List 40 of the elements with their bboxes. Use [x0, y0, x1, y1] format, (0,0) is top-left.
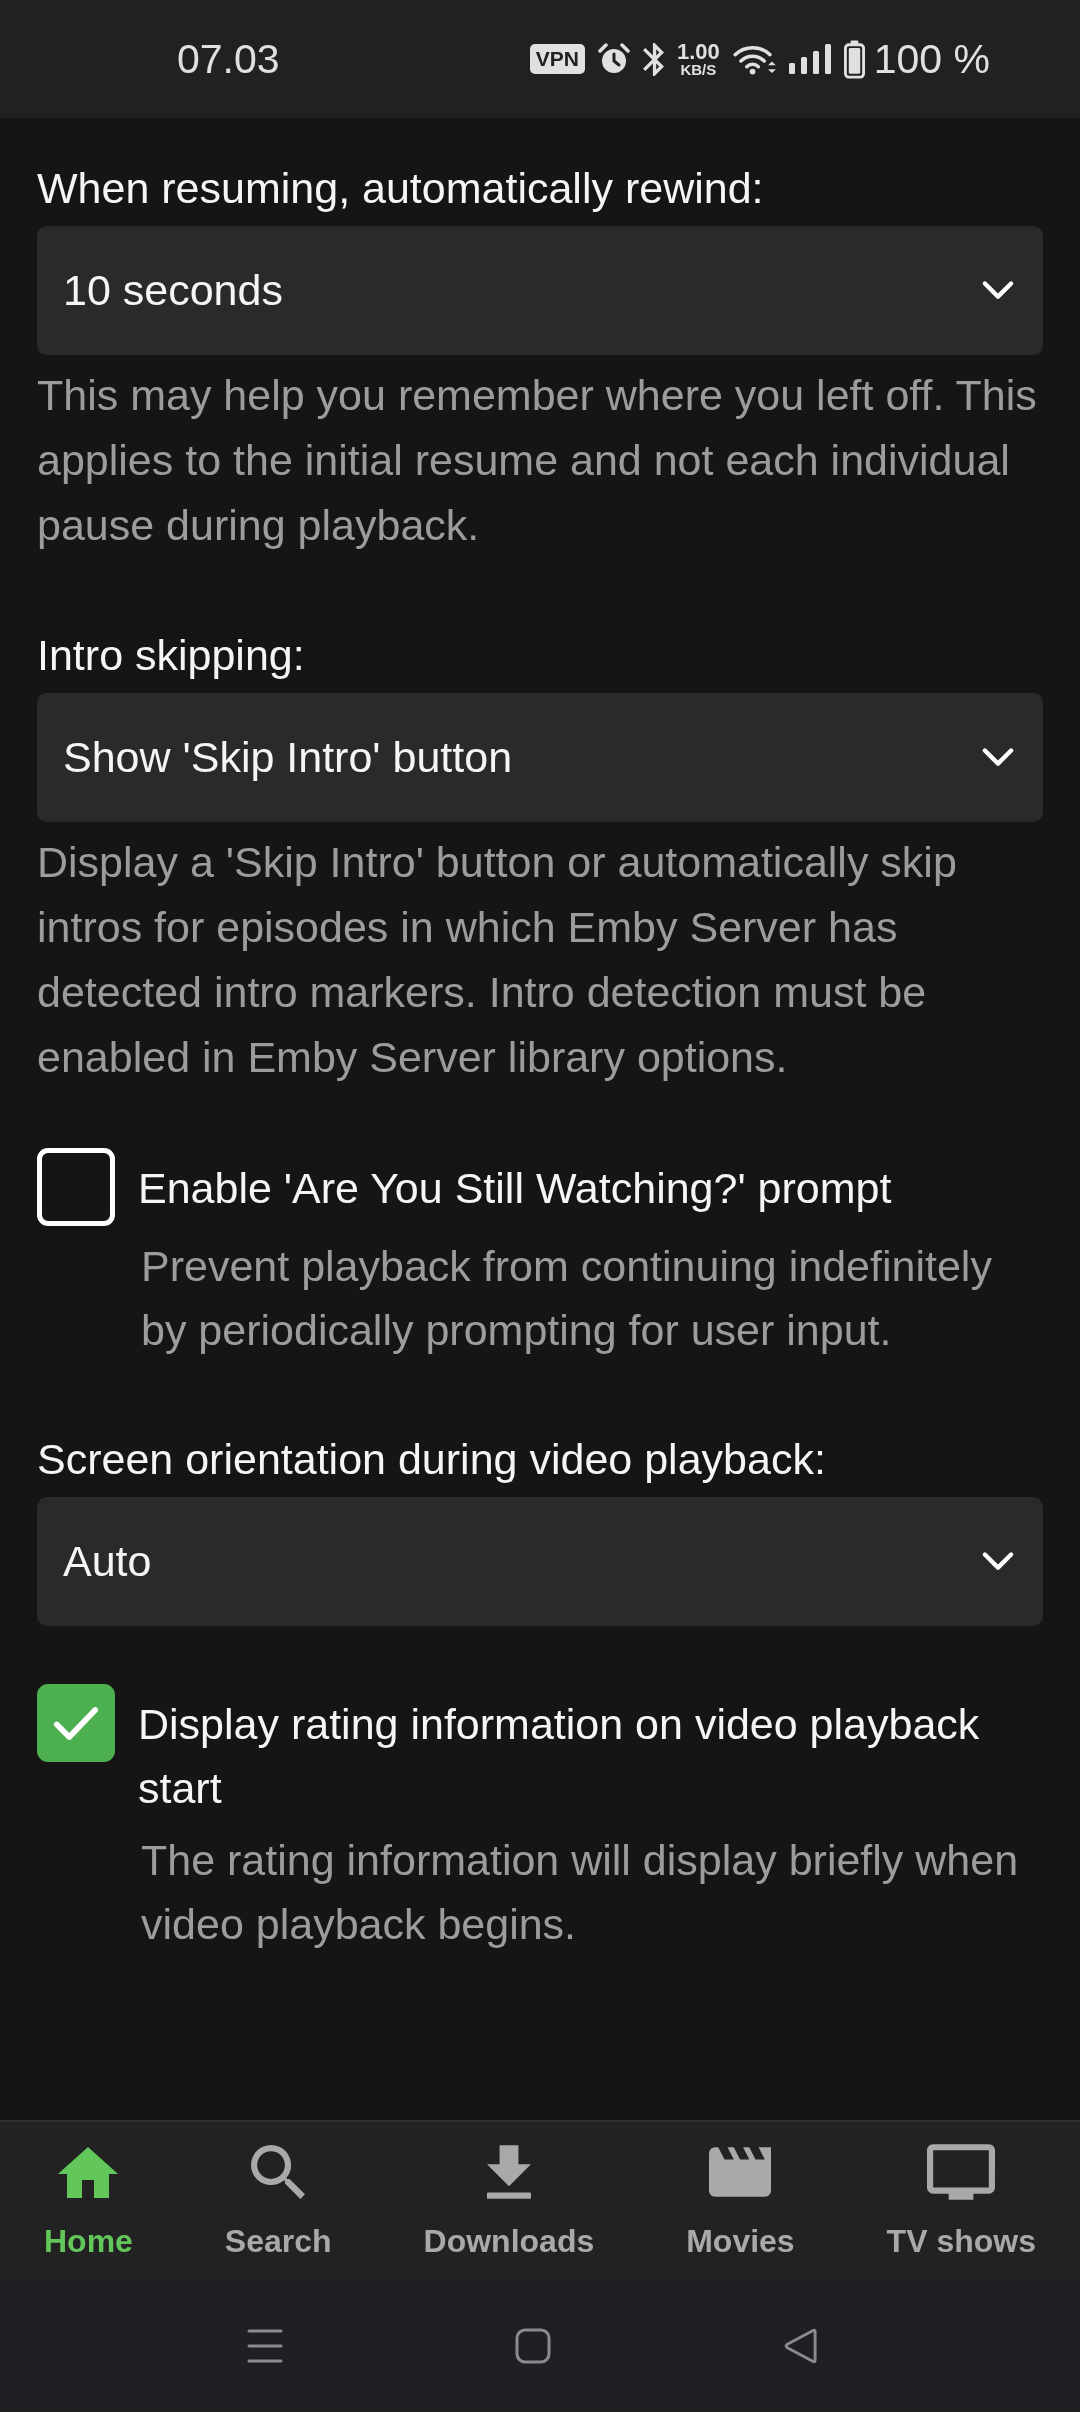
- signal-icon: [788, 44, 831, 74]
- checkbox-label: Display rating information on video playback start: [138, 1699, 981, 1814]
- chevron-down-icon: [981, 1551, 1015, 1572]
- nav-tab[interactable]: Home: [44, 2122, 133, 2279]
- clapperboard-icon: [709, 2147, 772, 2197]
- setting-label: Intro skipping:: [37, 630, 306, 681]
- network-speed: 1.00: [676, 40, 720, 62]
- wifi-icon: [732, 43, 776, 75]
- home-icon: [58, 2146, 119, 2198]
- setting-description: Display a 'Skip Intro' button or automatically skip intros for episodes in which Emby Server has detected intro markers. Intro detection must be enabled in Emby Server library options.: [37, 837, 958, 1083]
- chevron-down-icon: [981, 280, 1015, 301]
- battery-icon: [843, 39, 865, 79]
- setting-description: The rating information will display briefly when video playback begins.: [140, 1835, 1020, 1950]
- battery-percent: 100 %: [873, 35, 990, 83]
- vpn-badge: VPN: [529, 44, 585, 74]
- setting-description: Prevent playback from continuing indefinitely by periodically prompting for user input.: [140, 1241, 993, 1356]
- dropdown[interactable]: Show 'Skip Intro' button: [37, 693, 1043, 822]
- setting-description: This may help you remember where you left off. This applies to the initial resume and not each individual pause during playback.: [37, 370, 1038, 551]
- nav-tab[interactable]: TV shows: [886, 2122, 1036, 2279]
- setting-label: Screen orientation during video playback:: [37, 1434, 827, 1485]
- bluetooth-icon: [642, 42, 664, 76]
- checkbox-label: Enable 'Are You Still Watching?' prompt: [138, 1163, 892, 1214]
- checkmark-icon: [53, 1705, 99, 1741]
- back-icon[interactable]: [782, 2327, 818, 2364]
- chevron-down-icon: [981, 747, 1015, 768]
- search-icon: [251, 2145, 306, 2199]
- network-speed-unit: KB/S: [680, 61, 717, 78]
- dropdown[interactable]: 10 seconds: [37, 226, 1043, 355]
- status-time: 07.03: [177, 35, 280, 83]
- tv-icon: [927, 2144, 996, 2200]
- nav-tab[interactable]: Downloads: [423, 2122, 595, 2279]
- nav-tab[interactable]: Search: [224, 2122, 332, 2279]
- nav-tab[interactable]: Movies: [686, 2122, 795, 2279]
- square-icon[interactable]: [514, 2327, 551, 2364]
- download-icon: [486, 2145, 531, 2199]
- setting-label: When resuming, automatically rewind:: [37, 163, 765, 214]
- alarm-clock-icon: [597, 43, 630, 75]
- menu-icon[interactable]: [246, 2327, 283, 2364]
- dropdown[interactable]: Auto: [37, 1497, 1043, 1626]
- checkbox[interactable]: [37, 1684, 115, 1762]
